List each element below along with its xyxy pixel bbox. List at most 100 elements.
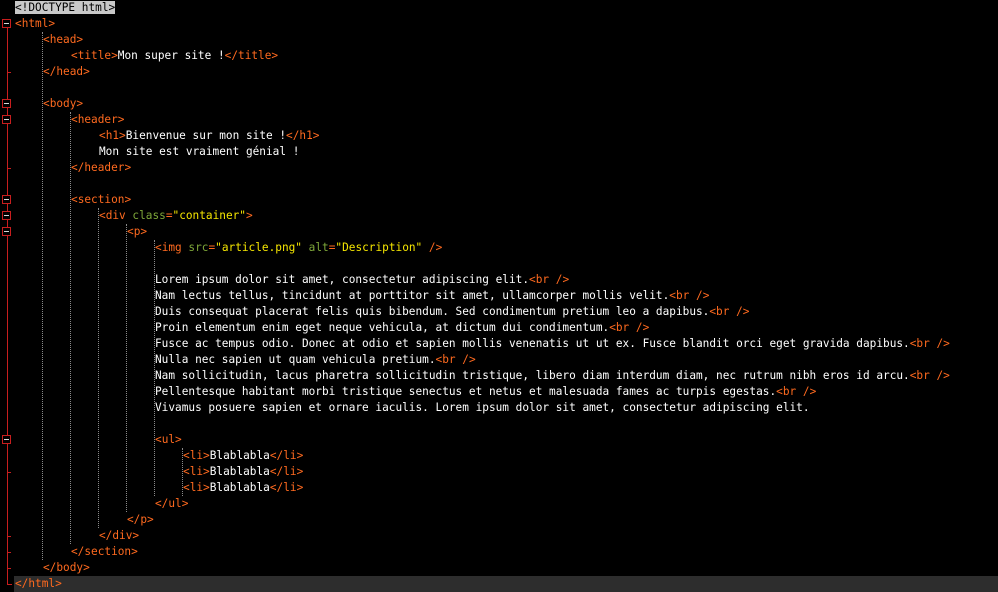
tag-delimiter: </ (155, 497, 169, 510)
tag-delimiter: </ (269, 465, 284, 478)
code-line[interactable]: <section> (71, 192, 131, 208)
code-editor[interactable]: <!DOCTYPE html> <html> <head> <title>Mon su… (0, 0, 998, 592)
tag-name: div (112, 529, 133, 542)
attribute-value: "article.png" (215, 241, 302, 254)
code-line[interactable]: <header> (71, 112, 124, 128)
code-line[interactable]: <h1>Bienvenue sur mon site !</h1> (99, 128, 319, 144)
fold-tick (7, 168, 11, 169)
tag-delimiter: /> (736, 305, 750, 318)
tag-name: br (615, 321, 630, 334)
fold-toggle-icon[interactable] (2, 227, 11, 236)
code-line[interactable]: <!DOCTYPE html> (15, 0, 116, 16)
code-line[interactable]: <ul> (155, 432, 182, 448)
tag-name: html (21, 17, 49, 30)
tag-delimiter: > (203, 481, 210, 494)
fold-toggle-icon[interactable] (2, 435, 11, 444)
fold-end-marker (7, 584, 12, 585)
code-line[interactable]: Nulla nec sapien ut quam vehicula pretiu… (155, 352, 476, 368)
tag-delimiter: > (132, 529, 140, 542)
code-line[interactable]: Fusce ac tempus odio. Donec at odio et s… (155, 336, 950, 352)
tag-name: section (77, 193, 125, 206)
tag-name: br (535, 273, 550, 286)
code-line[interactable]: </section> (71, 544, 138, 560)
tag-delimiter: /> (802, 385, 817, 398)
code-line[interactable]: <body> (43, 96, 83, 112)
fold-toggle-icon[interactable] (2, 211, 11, 220)
fold-tick (7, 536, 11, 537)
fold-tick (7, 72, 11, 73)
code-line[interactable]: </ul> (155, 496, 188, 512)
text-content: Blablabla (209, 449, 270, 462)
tag-name: br (442, 353, 456, 366)
text-content (629, 321, 636, 334)
tag-delimiter: </ (269, 449, 284, 462)
code-line[interactable]: <p> (127, 224, 147, 240)
tag-delimiter: /> (696, 289, 710, 302)
code-line[interactable]: <li>Blablabla</li> (183, 448, 303, 464)
code-line[interactable]: <title>Mon super site !</title> (71, 48, 278, 64)
text-content: Fusce ac tempus odio. Donec at odio et s… (155, 337, 910, 350)
tag-delimiter: < (71, 193, 78, 206)
code-line[interactable]: <img src="article.png" alt="Description"… (155, 240, 442, 256)
code-line[interactable]: Nam sollicitudin, lacus pharetra sollici… (155, 368, 950, 384)
text-content: Proin elementum enim eget neque vehicula… (155, 321, 610, 334)
code-line[interactable]: <li>Blablabla</li> (183, 464, 303, 480)
tag-delimiter: > (140, 225, 148, 238)
tag-name: li (283, 449, 297, 462)
tag-name: html (28, 577, 56, 590)
tag-name: li (189, 481, 204, 494)
text-content (796, 385, 803, 398)
tag-delimiter: < (183, 465, 190, 478)
code-line[interactable]: Pellentesque habitant morbi tristique se… (155, 384, 816, 400)
code-line[interactable]: <html> (15, 16, 55, 32)
tag-delimiter: </ (127, 513, 141, 526)
tag-delimiter: > (271, 49, 279, 62)
tag-name: ul (168, 497, 182, 510)
tag-name: h1 (105, 129, 120, 142)
fold-toggle-icon[interactable] (2, 195, 11, 204)
tag-delimiter: </ (43, 561, 57, 574)
tag-name: br (716, 305, 730, 318)
text-content: Nulla nec sapien ut quam vehicula pretiu… (155, 353, 436, 366)
tag-delimiter: < (609, 321, 616, 334)
text-content: Lorem ipsum dolor sit amet, consectetur … (155, 273, 530, 286)
code-line[interactable]: <li>Blablabla</li> (183, 480, 303, 496)
code-line[interactable]: Mon site est vraiment génial ! (99, 144, 299, 160)
code-line[interactable]: Vivamus posuere sapien et ornare iaculis… (155, 400, 810, 416)
code-line[interactable]: </html> (15, 576, 62, 592)
doctype-token: <!DOCTYPE html> (15, 1, 116, 14)
attribute-name: src (188, 241, 209, 254)
tag-delimiter: < (776, 385, 783, 398)
fold-toggle-icon[interactable] (2, 19, 11, 28)
code-line[interactable]: </div> (99, 528, 139, 544)
fold-tick (7, 472, 11, 473)
code-line[interactable]: </body> (43, 560, 90, 576)
code-line[interactable]: </header> (71, 160, 131, 176)
fold-toggle-icon[interactable] (2, 99, 11, 108)
code-line[interactable]: Lorem ipsum dolor sit amet, consectetur … (155, 272, 569, 288)
tag-delimiter: < (71, 113, 78, 126)
tag-name: title (238, 49, 272, 62)
tag-name: header (84, 161, 125, 174)
text-content: Duis consequat placerat felis quis biben… (155, 305, 710, 318)
tag-delimiter: = (165, 209, 173, 222)
tag-delimiter: > (175, 433, 182, 446)
fold-margin (0, 0, 14, 592)
code-line[interactable]: <head> (43, 32, 83, 48)
code-line[interactable]: Nam lectus tellus, tincidunt at porttito… (155, 288, 709, 304)
text-content: Bienvenue sur mon site ! (125, 129, 287, 142)
code-line[interactable]: </p> (127, 512, 154, 528)
indent-guide (70, 112, 71, 544)
text-content: Mon super site ! (117, 49, 225, 62)
tag-delimiter: > (111, 49, 118, 62)
tag-delimiter: </ (71, 545, 85, 558)
code-line[interactable]: Proin elementum enim eget neque vehicula… (155, 320, 649, 336)
tag-delimiter: </ (286, 129, 300, 142)
code-line[interactable]: </head> (43, 64, 90, 80)
tag-delimiter: > (203, 465, 210, 478)
tag-name: div (105, 209, 126, 222)
fold-toggle-icon[interactable] (2, 115, 11, 124)
code-line[interactable]: <div class="container"> (99, 208, 253, 224)
code-line[interactable]: Duis consequat placerat felis quis biben… (155, 304, 749, 320)
tag-name: li (189, 465, 204, 478)
